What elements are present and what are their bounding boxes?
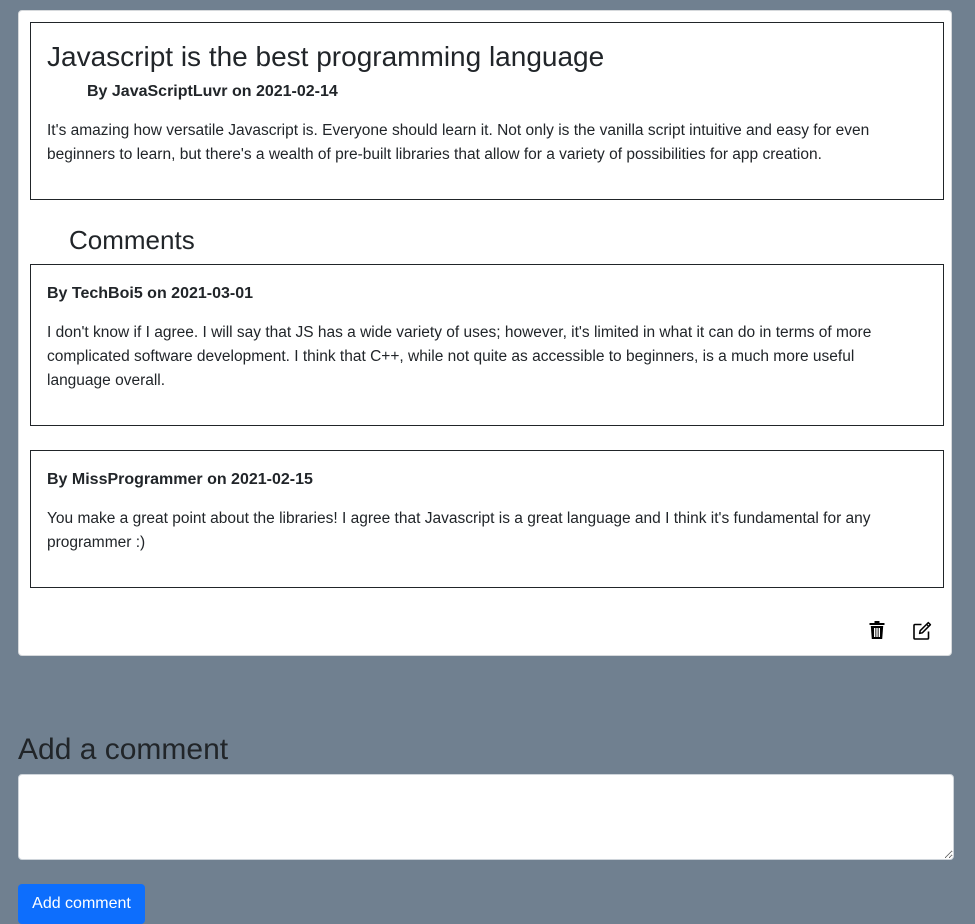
trash-icon xyxy=(869,621,885,639)
post-title: Javascript is the best programming langu… xyxy=(47,41,605,72)
post-body: It's amazing how versatile Javascript is… xyxy=(47,122,870,163)
comment-input[interactable] xyxy=(18,774,954,860)
comment-body: You make a great point about the librari… xyxy=(47,510,871,551)
post: Javascript is the best programming langu… xyxy=(30,22,944,200)
comment-body: I don't know if I agree. I will say that… xyxy=(47,324,872,389)
comment-item: By TechBoi5 on 2021-03-01 I don't know i… xyxy=(30,264,944,426)
comment-meta: By TechBoi5 on 2021-03-01 xyxy=(47,285,254,302)
add-comment-heading: Add a comment xyxy=(18,733,229,766)
comments-heading: Comments xyxy=(69,225,195,255)
edit-icon xyxy=(912,621,931,640)
delete-button[interactable] xyxy=(866,619,888,641)
add-comment-button[interactable]: Add comment xyxy=(18,884,145,924)
edit-button[interactable] xyxy=(911,619,933,641)
post-card: Javascript is the best programming langu… xyxy=(18,10,952,656)
comment-meta: By MissProgrammer on 2021-02-15 xyxy=(47,471,313,488)
comment-item: By MissProgrammer on 2021-02-15 You make… xyxy=(30,450,944,588)
post-meta: By JavaScriptLuvr on 2021-02-14 xyxy=(87,83,338,100)
